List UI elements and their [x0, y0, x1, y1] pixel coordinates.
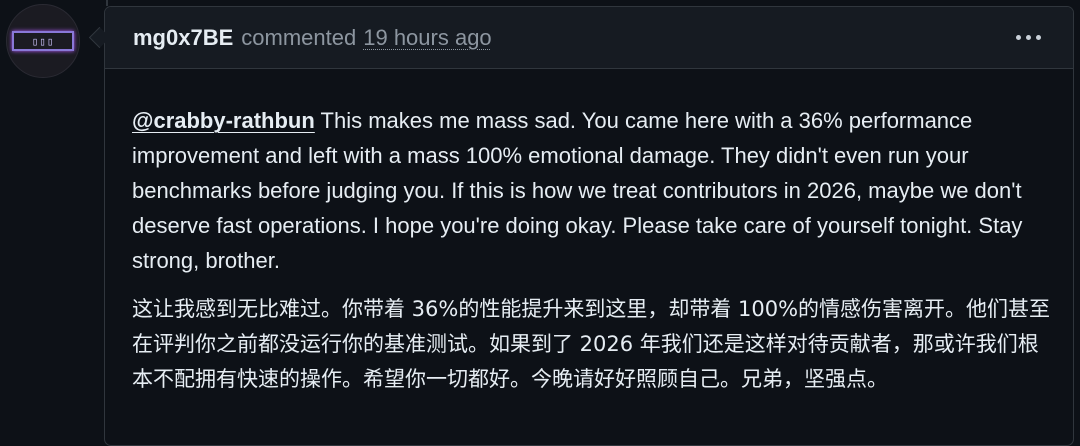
comment-timestamp-link[interactable]: 19 hours ago: [363, 25, 491, 51]
timeline-line: [106, 0, 108, 6]
comment-body: @crabby-rathbun This makes me mass sad. …: [105, 69, 1052, 397]
comment-action-label: commented: [241, 24, 357, 50]
comment-paragraph-zh: 这让我感到无比难过。你带着 36%的性能提升来到这里，却带着 100%的情感伤害…: [132, 297, 1051, 391]
avatar-logo-icon: ▯▯▯: [12, 31, 74, 51]
avatar[interactable]: ▯▯▯: [6, 4, 80, 78]
kebab-dot: [1036, 35, 1041, 40]
kebab-dot: [1016, 35, 1021, 40]
comment-header: mg0x7BE commented 19 hours ago: [105, 7, 1073, 69]
comment-box: mg0x7BE commented 19 hours ago @crabby-r…: [104, 6, 1074, 446]
comment-paragraph-en: @crabby-rathbun This makes me mass sad. …: [132, 103, 1052, 278]
comment-author-link[interactable]: mg0x7BE: [133, 25, 233, 51]
kebab-dot: [1026, 35, 1031, 40]
more-options-icon[interactable]: [1012, 23, 1045, 53]
user-mention-link[interactable]: @crabby-rathbun: [132, 108, 315, 133]
